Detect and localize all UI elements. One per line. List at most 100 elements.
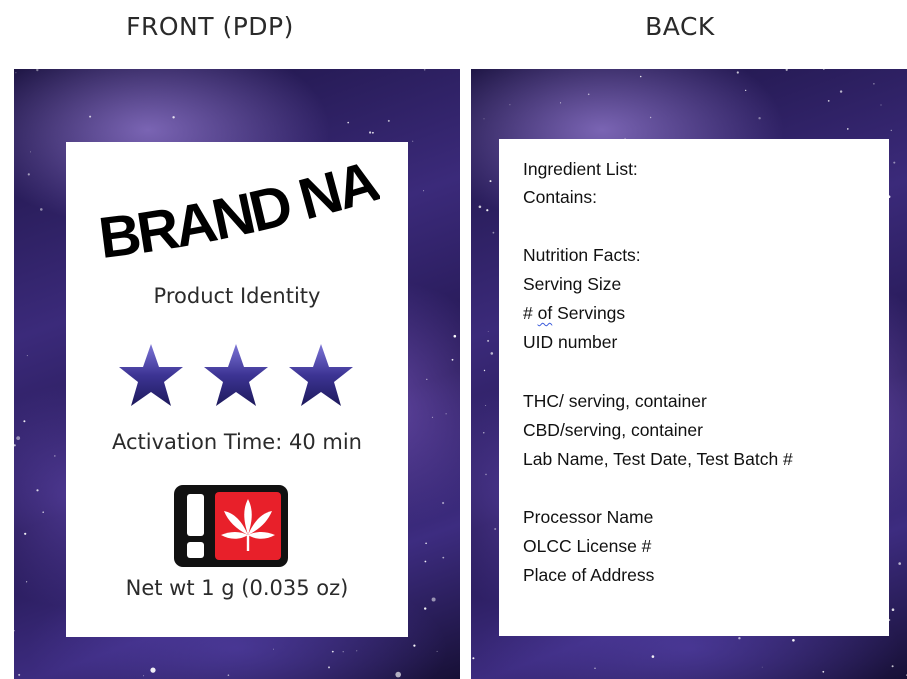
background-star bbox=[27, 173, 30, 176]
background-star bbox=[478, 205, 482, 209]
star-icon bbox=[204, 344, 268, 406]
activation-time: Activation Time: 40 min bbox=[112, 430, 362, 454]
background-star bbox=[736, 71, 739, 74]
cannabis-warning-icon bbox=[174, 485, 288, 567]
background-star bbox=[424, 607, 427, 610]
background-star bbox=[412, 140, 414, 142]
background-star bbox=[442, 501, 445, 505]
uid-number-label: UID number bbox=[523, 332, 618, 352]
background-star bbox=[431, 416, 434, 418]
background-star bbox=[472, 657, 475, 660]
background-star bbox=[413, 644, 416, 647]
background-star bbox=[14, 630, 15, 632]
background-star bbox=[30, 151, 31, 153]
background-star bbox=[143, 675, 145, 677]
background-star bbox=[891, 665, 894, 668]
back-label-card: Ingredient List: Contains: Nutrition Fac… bbox=[499, 139, 889, 636]
background-star bbox=[483, 369, 486, 372]
background-star bbox=[587, 93, 590, 96]
background-star bbox=[487, 339, 490, 342]
serving-size-label: Serving Size bbox=[523, 274, 622, 294]
rating-stars bbox=[119, 344, 353, 406]
background-star bbox=[42, 511, 44, 513]
background-star bbox=[745, 89, 747, 91]
background-star bbox=[489, 180, 492, 183]
background-star bbox=[36, 69, 39, 72]
background-star bbox=[36, 489, 39, 492]
background-star bbox=[150, 667, 156, 673]
star-icon bbox=[289, 344, 353, 406]
background-star bbox=[492, 231, 495, 234]
background-star bbox=[24, 532, 27, 535]
background-star bbox=[494, 528, 497, 530]
background-star bbox=[758, 117, 761, 120]
background-star bbox=[40, 208, 43, 211]
contains-label: Contains: bbox=[523, 187, 597, 207]
lab-info-label: Lab Name, Test Date, Test Batch # bbox=[523, 449, 793, 469]
spellcheck-word: of bbox=[537, 303, 553, 323]
back-heading: BACK bbox=[645, 12, 715, 41]
background-star bbox=[792, 639, 795, 642]
background-star bbox=[425, 542, 427, 545]
product-identity: Product Identity bbox=[153, 284, 321, 308]
background-star bbox=[423, 69, 426, 71]
background-star bbox=[445, 413, 447, 415]
background-star bbox=[395, 671, 402, 678]
background-star bbox=[560, 102, 562, 104]
background-star bbox=[23, 420, 26, 423]
background-star bbox=[89, 115, 92, 118]
background-star bbox=[16, 436, 21, 440]
background-star bbox=[490, 352, 494, 355]
background-star bbox=[328, 666, 330, 669]
background-star bbox=[431, 597, 436, 602]
background-star bbox=[639, 75, 642, 78]
background-star bbox=[649, 116, 652, 119]
background-star bbox=[738, 637, 741, 640]
background-star bbox=[822, 670, 825, 673]
front-heading: FRONT (PDP) bbox=[126, 12, 294, 41]
background-star bbox=[14, 444, 16, 447]
background-star bbox=[880, 104, 882, 106]
background-star bbox=[485, 405, 487, 406]
background-star bbox=[827, 100, 830, 102]
background-star bbox=[436, 650, 438, 652]
background-star bbox=[26, 355, 28, 357]
background-star bbox=[761, 666, 763, 668]
background-star bbox=[26, 581, 28, 583]
background-star bbox=[342, 651, 344, 653]
brand-name-text: BRAND NAME bbox=[100, 162, 380, 271]
background-star bbox=[172, 116, 175, 119]
background-star bbox=[424, 560, 427, 563]
background-star bbox=[487, 331, 489, 332]
background-star bbox=[227, 674, 230, 676]
star-icon bbox=[119, 344, 183, 406]
cbd-label: CBD/serving, container bbox=[523, 420, 703, 440]
front-label-card: BRAND NAME Product Identity Activation T… bbox=[66, 142, 408, 637]
nutrition-facts-label: Nutrition Facts: bbox=[523, 245, 641, 265]
background-star bbox=[893, 161, 896, 164]
place-of-address-label: Place of Address bbox=[523, 565, 655, 585]
background-star bbox=[387, 119, 390, 122]
background-star bbox=[485, 473, 487, 476]
ingredient-list-label: Ingredient List: bbox=[523, 159, 638, 179]
background-star bbox=[873, 83, 875, 85]
background-star bbox=[453, 334, 457, 338]
background-star bbox=[331, 650, 334, 653]
background-star bbox=[442, 556, 445, 559]
background-star bbox=[509, 104, 511, 106]
background-star bbox=[54, 455, 56, 457]
background-star bbox=[891, 608, 895, 611]
net-weight: Net wt 1 g (0.035 oz) bbox=[125, 576, 349, 600]
background-star bbox=[356, 650, 358, 652]
background-star bbox=[839, 90, 843, 93]
background-star bbox=[347, 121, 350, 124]
processor-name-label: Processor Name bbox=[523, 507, 654, 527]
background-star bbox=[423, 190, 425, 192]
background-star bbox=[15, 72, 17, 74]
background-star bbox=[486, 209, 489, 212]
background-star bbox=[451, 358, 454, 361]
background-star bbox=[594, 667, 596, 669]
background-star bbox=[372, 131, 374, 134]
background-star bbox=[273, 648, 274, 650]
background-star bbox=[483, 432, 485, 434]
